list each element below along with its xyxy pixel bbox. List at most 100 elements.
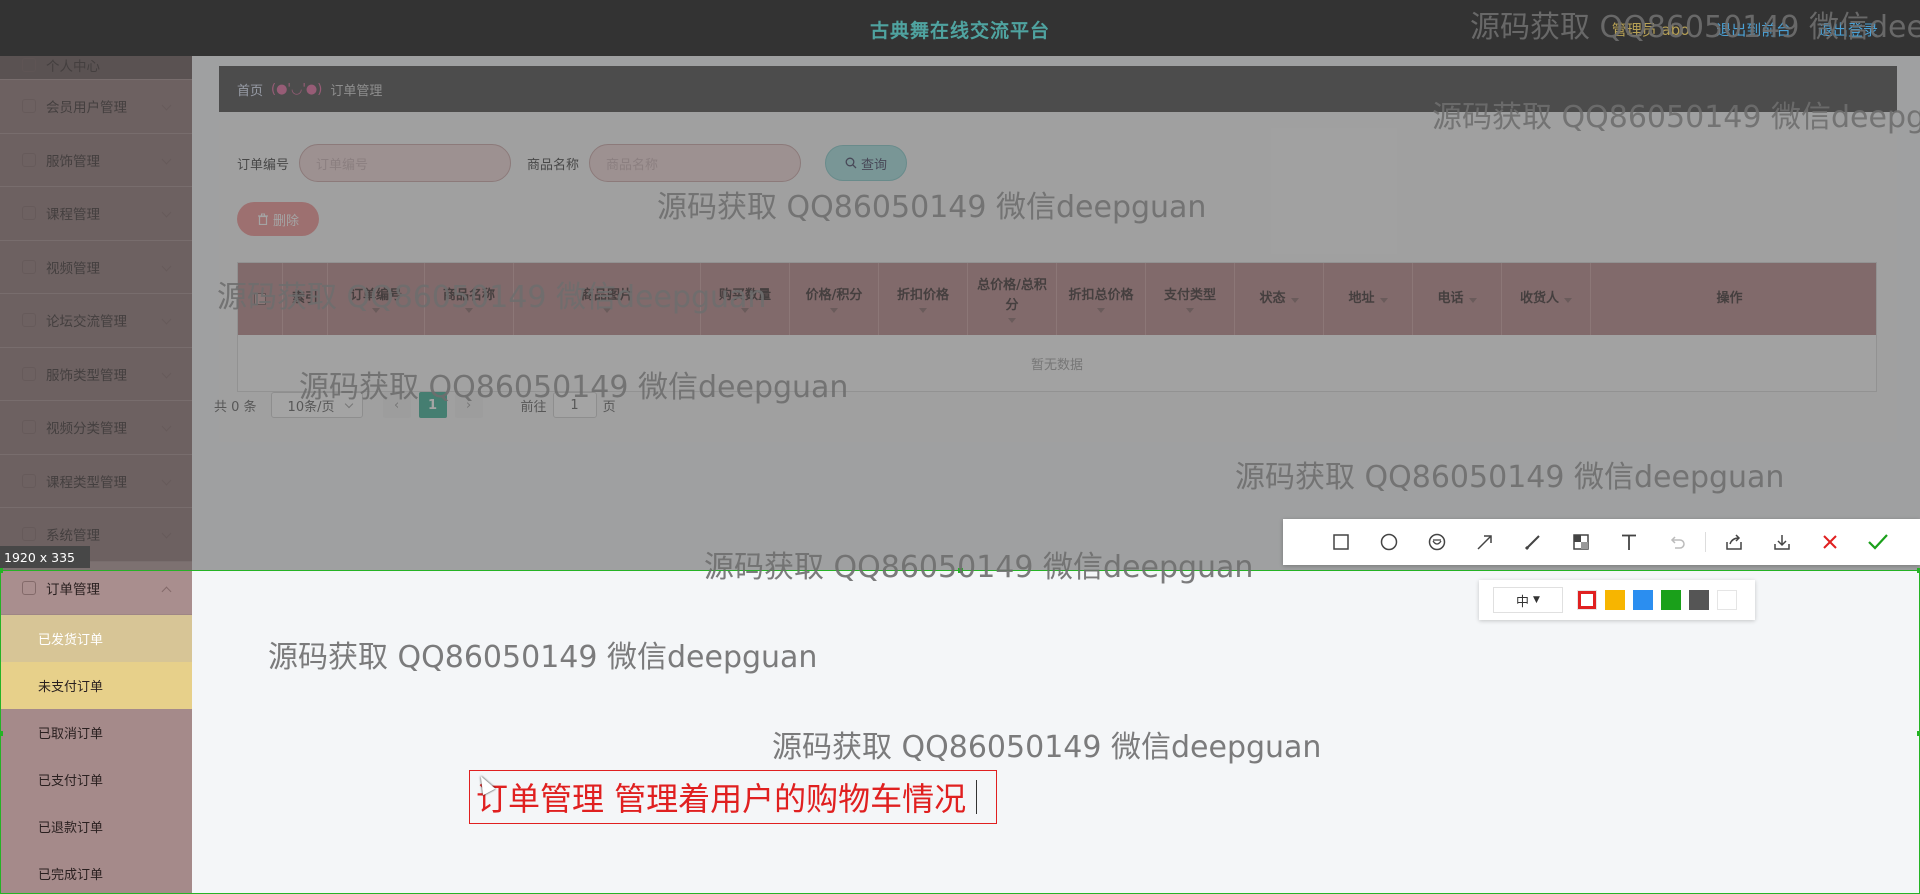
sidebar-item-label: 课程类型管理: [46, 474, 127, 491]
sidebar-item-label: 订单管理: [46, 581, 100, 598]
column-header[interactable]: 订单编号: [328, 263, 425, 335]
sidebar-item-clothing[interactable]: 服饰管理: [0, 134, 192, 187]
sidebar-item-label: 会员用户管理: [46, 100, 127, 117]
breadcrumb-home[interactable]: 首页: [237, 80, 263, 99]
sidebar-item-clothing-types[interactable]: 服饰类型管理: [0, 348, 192, 401]
product-name-input[interactable]: 商品名称: [589, 144, 802, 182]
product-name-label: 商品名称: [527, 157, 580, 173]
query-button[interactable]: 查询: [825, 145, 908, 181]
text-tool[interactable]: [1605, 519, 1653, 565]
column-header[interactable]: 购买数量: [701, 263, 790, 335]
font-size-select[interactable]: 中 ▼: [1493, 587, 1563, 613]
column-header-label: 地址: [1348, 291, 1375, 306]
column-header[interactable]: 状态: [1235, 263, 1324, 335]
back-to-front-link[interactable]: 退出到前台: [1716, 21, 1791, 39]
annotation-text-box[interactable]: 订单管理 管理着用户的购物车情况: [469, 770, 997, 824]
sidebar-item-members[interactable]: 会员用户管理: [0, 80, 192, 134]
column-header[interactable]: 电话: [1413, 263, 1502, 335]
column-header[interactable]: 总价格/总积分: [968, 263, 1057, 335]
sidebar-item-label: 系统管理: [46, 528, 100, 545]
mosaic-icon: [1573, 534, 1589, 550]
column-header-label: 收货人: [1519, 291, 1559, 306]
user-icon: [22, 57, 36, 72]
chevron-down-icon: [161, 475, 172, 485]
column-header[interactable]: 商品名称: [425, 263, 514, 335]
sort-icon: [603, 307, 611, 313]
column-header[interactable]: 价格/积分: [790, 263, 879, 335]
caret-down-icon: ▼: [1533, 595, 1540, 605]
column-header[interactable]: 商品图片: [514, 263, 701, 335]
rectangle-tool[interactable]: [1317, 519, 1365, 565]
column-header[interactable]: 折扣总价格: [1057, 263, 1146, 335]
sidebar-item-course-types[interactable]: 课程类型管理: [0, 455, 192, 508]
delete-button[interactable]: 删除: [237, 202, 319, 236]
select-all-checkbox[interactable]: [238, 263, 283, 335]
prev-page-button[interactable]: ‹: [382, 392, 411, 418]
arrow-tool[interactable]: [1461, 519, 1509, 565]
color-swatch-yellow[interactable]: [1605, 590, 1625, 610]
sidebar-item-video-categories[interactable]: 视频分类管理: [0, 401, 192, 455]
color-swatch-red[interactable]: [1577, 590, 1597, 610]
pen-tool[interactable]: [1509, 519, 1557, 565]
course-icon: [22, 206, 36, 221]
selection-size-label: 1920 x 335: [0, 546, 90, 568]
column-header: 索引: [283, 263, 328, 335]
column-header-label: 购买数量: [718, 287, 771, 303]
color-swatch-gray[interactable]: [1689, 590, 1709, 610]
undo-icon: [1670, 536, 1685, 549]
sidebar-item-label: 视频管理: [46, 260, 100, 277]
sidebar-subitem-cancelled[interactable]: 已取消订单: [0, 709, 192, 756]
text-options-bar: 中 ▼: [1479, 580, 1755, 620]
emoji-tool[interactable]: [1413, 519, 1461, 565]
goto-label: 前往: [520, 399, 547, 415]
cancel-tool[interactable]: [1806, 519, 1854, 565]
confirm-tool[interactable]: [1854, 519, 1902, 565]
column-header-label: 状态: [1259, 291, 1286, 306]
mosaic-tool[interactable]: [1557, 519, 1605, 565]
chevron-down-icon: [161, 528, 172, 539]
sidebar-item-label: 服饰类型管理: [46, 367, 127, 384]
sidebar-subitem-refunded[interactable]: 已退款订单: [0, 803, 192, 850]
chevron-down-icon: [161, 261, 172, 271]
sidebar-item-profile[interactable]: 个人中心: [0, 56, 192, 80]
download-tool[interactable]: [1758, 519, 1806, 565]
column-header[interactable]: 折扣价格: [879, 263, 968, 335]
video-icon: [22, 259, 36, 274]
close-icon: [1823, 535, 1837, 549]
sidebar-item-orders[interactable]: 订单管理: [0, 561, 192, 615]
color-swatch-green[interactable]: [1661, 590, 1681, 610]
column-header-label: 支付类型: [1163, 287, 1216, 303]
ellipse-tool[interactable]: [1365, 519, 1413, 565]
logout-link[interactable]: 退出登录: [1818, 21, 1878, 39]
total-count: 共 0 条: [214, 399, 257, 415]
color-swatch-blue[interactable]: [1633, 590, 1653, 610]
page-size-select[interactable]: 10条/页: [270, 392, 363, 418]
goto-page-input[interactable]: 1: [552, 392, 597, 418]
sort-icon: [919, 307, 927, 313]
sidebar-subitem-shipped[interactable]: 已发货订单: [0, 615, 192, 662]
sort-icon: [1008, 317, 1016, 323]
next-page-button[interactable]: ›: [454, 392, 483, 418]
download-icon: [1774, 535, 1790, 550]
delete-button-label: 删除: [272, 213, 299, 229]
sidebar-subitem-completed[interactable]: 已完成订单: [0, 850, 192, 894]
column-header-label: 价格/积分: [805, 287, 863, 303]
breadcrumb: 首页 (●'◡'●) 订单管理: [219, 66, 1897, 112]
top-links: 管理员 abo 退出到前台 退出登录: [1590, 19, 1878, 40]
search-form: 订单编号 订单编号 商品名称 商品名称 查询: [237, 144, 908, 182]
sidebar-subitem-unpaid[interactable]: 未支付订单: [0, 662, 192, 709]
sidebar-item-courses[interactable]: 课程管理: [0, 187, 192, 241]
sidebar-item-videos[interactable]: 视频管理: [0, 241, 192, 294]
sidebar-item-forum[interactable]: 论坛交流管理: [0, 294, 192, 348]
column-header[interactable]: 收货人: [1502, 263, 1591, 335]
sidebar-subitem-paid[interactable]: 已支付订单: [0, 756, 192, 803]
text-caret: [976, 780, 978, 814]
column-header[interactable]: 支付类型: [1146, 263, 1235, 335]
table-header: 索引 订单编号 商品名称 商品图片 购买数量 价格/积分 折扣价格 总价格/总积…: [238, 263, 1876, 335]
column-header[interactable]: 地址: [1324, 263, 1413, 335]
color-swatch-white[interactable]: [1717, 590, 1737, 610]
undo-tool[interactable]: [1653, 519, 1701, 565]
page-number[interactable]: 1: [418, 392, 447, 418]
share-tool[interactable]: [1710, 519, 1758, 565]
order-no-input[interactable]: 订单编号: [299, 144, 512, 182]
